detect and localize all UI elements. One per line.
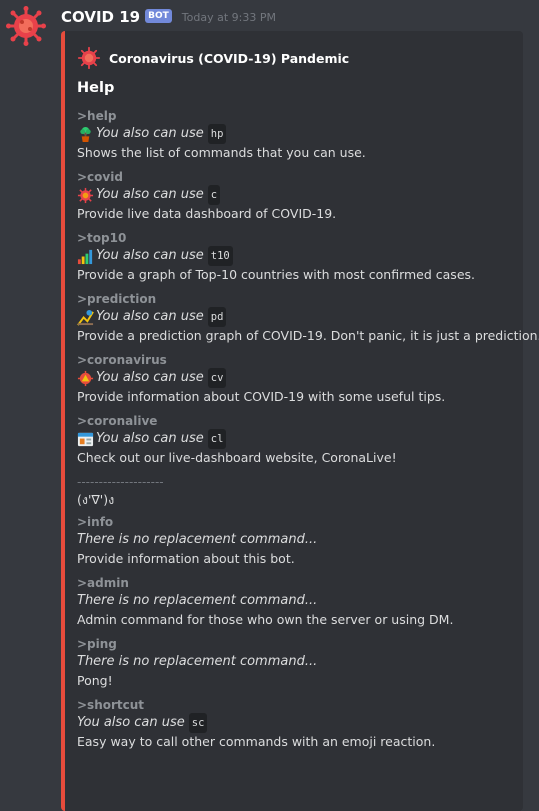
embed-author: Coronavirus (COVID-19) Pandemic: [77, 46, 349, 70]
kaomoji: (ง'∇')ง: [77, 492, 115, 507]
command-name: >ping: [77, 637, 117, 651]
timestamp: Today at 9:33 PM: [181, 10, 276, 24]
alias-code: cv: [207, 368, 227, 388]
field-shortcut: >shortcut You also can use sc Easy way t…: [77, 697, 517, 751]
embed-author-name: Coronavirus (COVID-19) Pandemic: [109, 50, 350, 66]
command-name: >help: [77, 109, 117, 123]
alias-text: You also can use: [77, 715, 185, 730]
potted-plant-icon: [80, 126, 91, 142]
command-name: >covid: [77, 170, 123, 184]
alias-line: There is no replacement command...: [77, 531, 517, 549]
virus-alert-icon: [77, 370, 94, 386]
trend-icon: [77, 309, 94, 326]
command-name: >admin: [77, 576, 129, 590]
alias-code: sc: [188, 713, 208, 733]
field-info: >info There is no replacement command...…: [77, 514, 517, 568]
command-name: >coronalive: [77, 414, 158, 428]
alias-line: You also can use c: [77, 185, 517, 205]
alias-text: You also can use: [96, 370, 204, 385]
command-name: >prediction: [77, 292, 157, 306]
alias-line: You also can use cv: [77, 368, 517, 388]
command-description: Provide a prediction graph of COVID-19. …: [77, 328, 539, 343]
embed-fields: >help You also can use hp Shows the list…: [77, 108, 539, 758]
alias-text: You also can use: [96, 187, 204, 202]
alias-text: You also can use: [96, 126, 204, 141]
command-description: Provide information about this bot.: [77, 551, 295, 566]
alias-code: pd: [207, 307, 227, 327]
field-covid: >covid You also can use c Provide live d…: [77, 169, 517, 223]
command-description: Provide information about COVID-19 with …: [77, 389, 446, 404]
bot-avatar[interactable]: [6, 6, 46, 46]
alias-line: You also can use sc: [77, 713, 517, 733]
alias-line: You also can use hp: [77, 124, 517, 144]
command-name: >coronavirus: [77, 353, 167, 367]
command-description: Pong!: [77, 673, 113, 688]
field-admin: >admin There is no replacement command..…: [77, 575, 517, 629]
field-help: >help You also can use hp Shows the list…: [77, 108, 517, 162]
no-replacement-note: There is no replacement command...: [77, 532, 318, 547]
no-replacement-note: There is no replacement command...: [77, 654, 318, 669]
alias-code: t10: [207, 246, 233, 266]
alias-text: You also can use: [96, 431, 204, 446]
field-coronavirus: >coronavirus You also can use cv Provide…: [77, 352, 517, 406]
message-header: COVID 19 BOT Today at 9:33 PM: [61, 6, 276, 28]
virus-icon: [77, 46, 101, 70]
bar-chart-icon: [77, 249, 93, 264]
alias-line: You also can use cl: [77, 429, 517, 449]
command-description: Provide live data dashboard of COVID-19.: [77, 206, 337, 221]
embed-title: Help: [77, 80, 115, 96]
alias-line: You also can use pd: [77, 307, 517, 327]
command-name: >top10: [77, 231, 127, 245]
command-description: Provide a graph of Top-10 countries with…: [77, 267, 475, 282]
field-prediction: >prediction You also can use pd Provide …: [77, 291, 539, 345]
bot-tag: BOT: [145, 9, 172, 23]
alias-code: cl: [207, 429, 227, 449]
field-coronalive: >coronalive You also can use cl Check ou…: [77, 413, 517, 467]
alias-text: You also can use: [96, 248, 204, 263]
alias-line: There is no replacement command...: [77, 653, 517, 671]
command-description: Shows the list of commands that you can …: [77, 145, 366, 160]
alias-code: hp: [207, 124, 227, 144]
command-description: Easy way to call other commands with an …: [77, 734, 436, 749]
virus-icon: [77, 187, 94, 203]
field-top10: >top10 You also can use t10 Provide a gr…: [77, 230, 517, 284]
separator: --------------------: [77, 475, 164, 489]
command-name: >info: [77, 515, 114, 529]
no-replacement-note: There is no replacement command...: [77, 593, 318, 608]
alias-code: c: [207, 185, 221, 205]
alias-text: You also can use: [96, 309, 204, 324]
command-description: Check out our live-dashboard website, Co…: [77, 450, 397, 465]
alias-line: You also can use t10: [77, 246, 517, 266]
command-description: Admin command for those who own the serv…: [77, 612, 454, 627]
alias-line: There is no replacement command...: [77, 592, 517, 610]
embed: Coronavirus (COVID-19) Pandemic Help >he…: [61, 31, 539, 811]
command-name: >shortcut: [77, 698, 145, 712]
browser-window-icon: [77, 432, 94, 446]
username[interactable]: COVID 19: [61, 8, 140, 26]
virus-icon: [6, 6, 46, 46]
field-ping: >ping There is no replacement command...…: [77, 636, 517, 690]
